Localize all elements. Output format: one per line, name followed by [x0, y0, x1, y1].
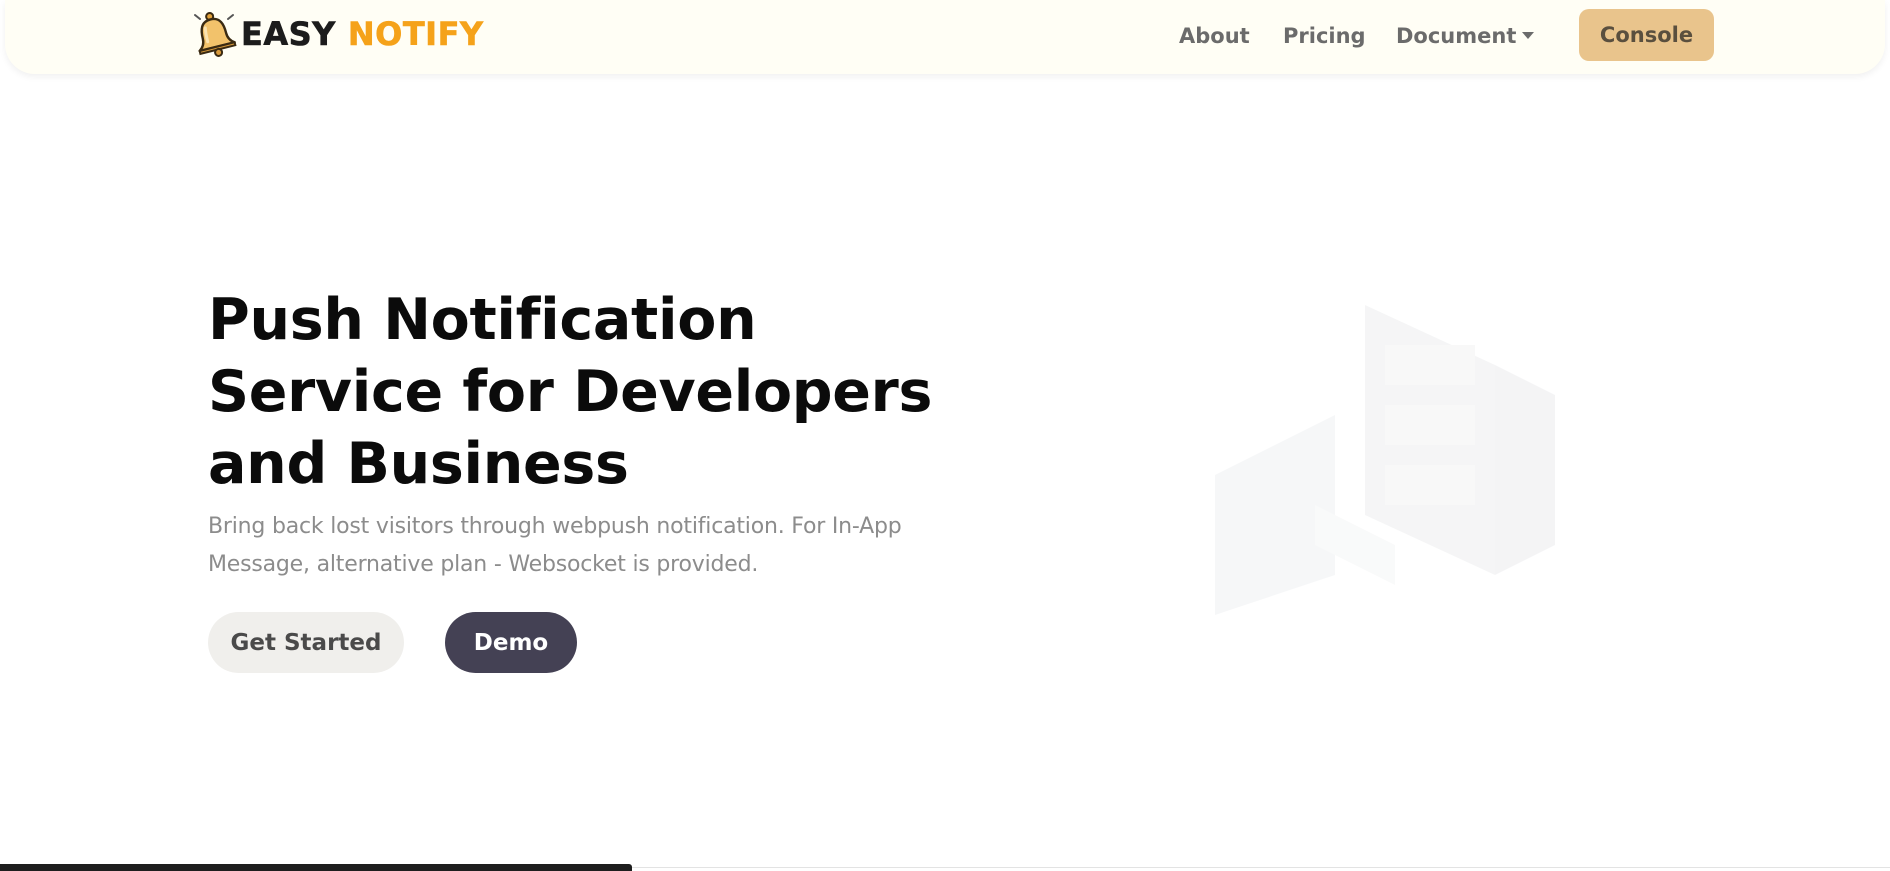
hero-illustration: [1215, 305, 1555, 615]
console-button[interactable]: Console: [1579, 9, 1714, 61]
nav-document-dropdown[interactable]: Document: [1396, 18, 1535, 54]
brand-name: EASY NOTIFY: [241, 10, 484, 58]
brand-logo[interactable]: EASY NOTIFY: [191, 10, 484, 58]
nav-pricing-link[interactable]: Pricing: [1283, 18, 1366, 54]
nav-document-label: Document: [1396, 24, 1517, 48]
bell-icon: [194, 12, 237, 57]
get-started-button[interactable]: Get Started: [208, 612, 404, 673]
hero-title: Push Notification Service for Developers…: [208, 287, 933, 497]
navbar: EASY NOTIFY About Pricing Document Consol…: [5, 0, 1885, 74]
brand-name-part-2: NOTIFY: [347, 15, 484, 54]
demo-button[interactable]: Demo: [445, 612, 577, 673]
page-progress-bar: [0, 864, 632, 871]
nav-about-link[interactable]: About: [1179, 18, 1250, 54]
caret-down-icon: [1522, 31, 1535, 39]
brand-name-part-1: EASY: [241, 15, 336, 54]
hero-subtitle: Bring back lost visitors through webpush…: [208, 514, 902, 577]
